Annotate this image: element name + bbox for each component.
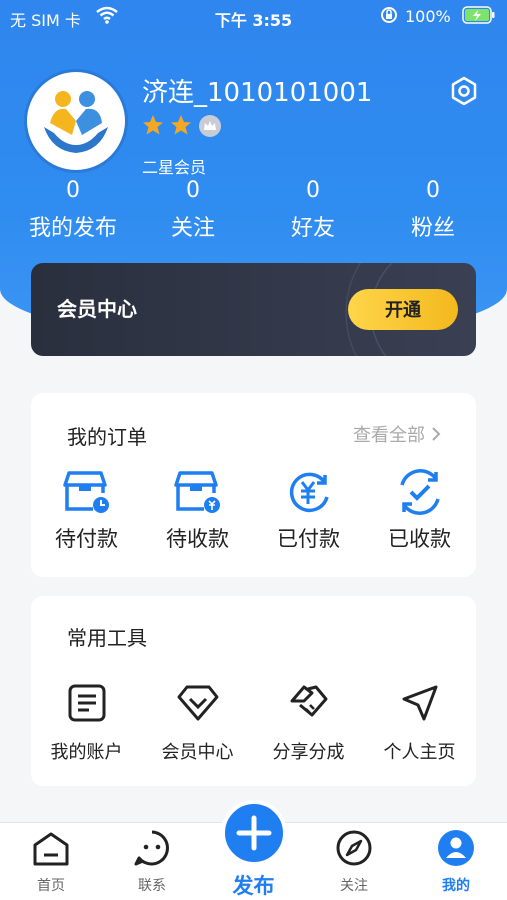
- orders-card: 我的订单 查看全部 待付款 待收款 已付款 已收款: [31, 393, 476, 577]
- order-label: 待付款: [55, 527, 118, 551]
- member-level: 二星会员: [142, 158, 207, 177]
- stat-following[interactable]: 0 关注: [133, 178, 253, 242]
- tool-account[interactable]: 我的账户: [31, 678, 142, 764]
- tool-label: 分享分成: [272, 742, 345, 763]
- stat-label: 好友: [290, 216, 335, 241]
- status-bar: 无 SIM 卡 下午 3:55 100%: [0, 0, 507, 34]
- stat-posts[interactable]: 0 我的发布: [13, 178, 133, 242]
- settings-icon[interactable]: [450, 76, 478, 110]
- username: 济连_1010101001: [142, 78, 373, 108]
- stat-value: 0: [66, 178, 80, 203]
- crown-badge-icon: [199, 115, 221, 137]
- tools-card: 常用工具 我的账户 会员中心 分享分成 个人主页: [31, 596, 476, 786]
- received-icon: [399, 469, 440, 515]
- stat-value: 0: [186, 178, 200, 203]
- user-icon: [438, 830, 474, 866]
- stat-label: 粉丝: [410, 216, 455, 241]
- compass-icon: [336, 830, 372, 866]
- battery-percent: 100%: [405, 7, 451, 26]
- star-icon: [143, 115, 163, 135]
- stat-fans[interactable]: 0 粉丝: [373, 178, 493, 242]
- order-label: 已付款: [277, 527, 340, 551]
- order-paid[interactable]: 已付款: [253, 467, 364, 553]
- stat-label: 我的发布: [28, 216, 117, 241]
- handshake-icon: [290, 685, 327, 717]
- pending-receipt-icon: [173, 471, 220, 513]
- profile-stats: 0 我的发布 0 关注 0 好友 0 粉丝: [0, 178, 507, 242]
- order-pending-payment[interactable]: 待付款: [31, 467, 142, 553]
- member-stars: [142, 114, 222, 138]
- tool-homepage[interactable]: 个人主页: [364, 678, 475, 764]
- stat-label: 关注: [170, 216, 215, 241]
- order-received[interactable]: 已收款: [364, 467, 475, 553]
- orders-title: 我的订单: [67, 425, 147, 449]
- chevron-right-icon: [432, 427, 441, 441]
- vip-title: 会员中心: [57, 297, 137, 321]
- vip-open-button[interactable]: 开通: [348, 289, 458, 330]
- stat-value: 0: [306, 178, 320, 203]
- stat-friends[interactable]: 0 好友: [253, 178, 373, 242]
- tools-title: 常用工具: [67, 626, 147, 650]
- tool-label: 我的账户: [50, 742, 123, 763]
- orientation-lock-icon: [380, 6, 398, 28]
- account-icon: [68, 684, 105, 722]
- vip-diamond-icon: [177, 685, 218, 721]
- order-label: 待收款: [166, 527, 229, 551]
- avatar[interactable]: [27, 72, 125, 170]
- plus-icon: [236, 815, 272, 851]
- view-all-orders-link[interactable]: 查看全部: [353, 421, 441, 447]
- chat-icon: [134, 830, 169, 866]
- tool-label: 会员中心: [161, 742, 234, 763]
- pending-payment-icon: [62, 471, 109, 513]
- tool-share[interactable]: 分享分成: [253, 678, 364, 764]
- order-pending-receipt[interactable]: 待收款: [142, 467, 253, 553]
- order-label: 已收款: [388, 527, 451, 551]
- star-icon: [171, 115, 191, 135]
- vip-card[interactable]: 会员中心 开通: [31, 263, 476, 356]
- stat-value: 0: [426, 178, 440, 203]
- paid-icon: [289, 472, 329, 513]
- view-all-label: 查看全部: [353, 425, 425, 446]
- send-icon: [402, 685, 437, 721]
- tool-label: 个人主页: [383, 742, 456, 763]
- home-icon: [33, 832, 69, 866]
- battery-icon: [462, 6, 496, 28]
- publish-button[interactable]: [221, 800, 287, 866]
- publish-label: 发布: [232, 874, 275, 898]
- tool-vip-center[interactable]: 会员中心: [142, 678, 253, 764]
